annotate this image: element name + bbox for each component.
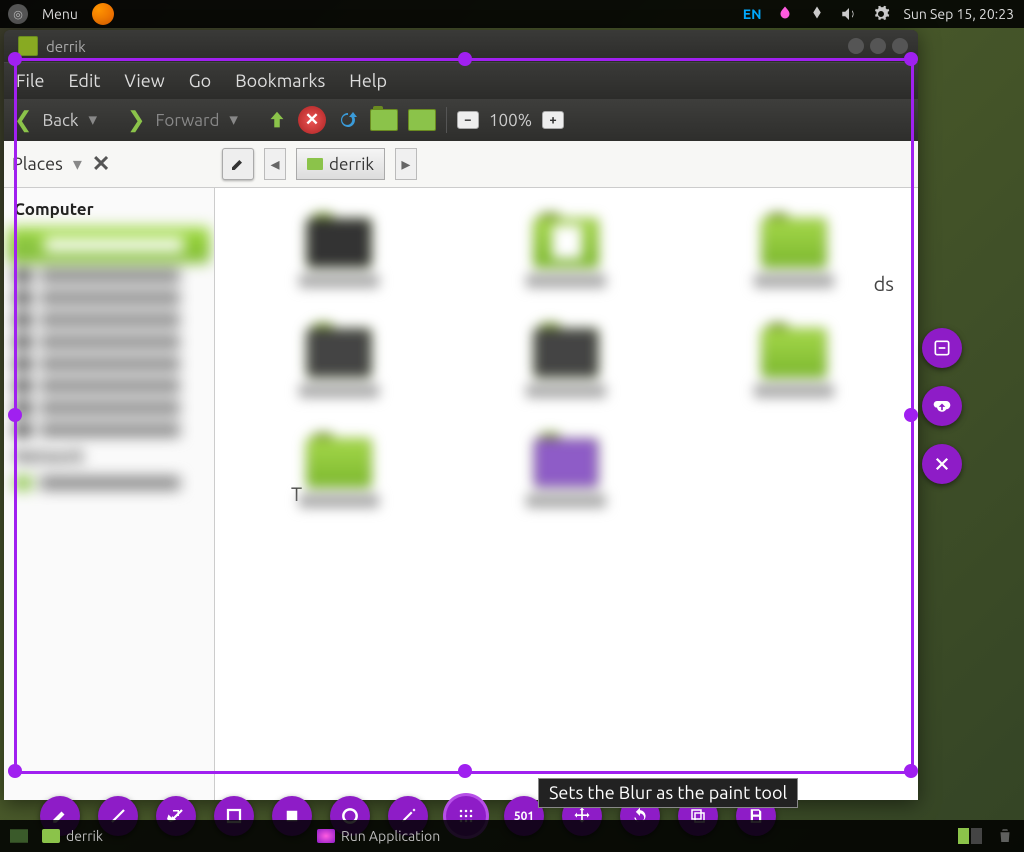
folder-item[interactable] (710, 328, 878, 398)
bottom-panel: derrik Run Application (0, 820, 1024, 852)
firefox-icon[interactable] (92, 3, 114, 25)
window-close-button[interactable] (892, 38, 908, 54)
tooltip: Sets the Blur as the paint tool (538, 778, 798, 808)
menu-edit[interactable]: Edit (69, 71, 101, 91)
volume-indicator-icon[interactable] (840, 5, 858, 23)
distro-logo-icon[interactable]: ◎ (8, 4, 28, 24)
sidebar-item-home[interactable] (8, 227, 210, 263)
sidebar-item[interactable] (4, 287, 214, 309)
computer-button[interactable] (408, 109, 436, 131)
folder-icon (42, 829, 60, 843)
panel-menu-button[interactable]: Menu (34, 6, 86, 22)
forward-dropdown-icon[interactable]: ▾ (229, 110, 238, 130)
sidebar-item[interactable] (4, 419, 214, 441)
path-edit-button[interactable] (222, 148, 254, 180)
places-sidebar: Computer Network (4, 188, 215, 800)
capture-pin-button[interactable] (922, 328, 962, 368)
up-icon[interactable] (266, 109, 288, 131)
workspace-switcher-icon[interactable] (958, 828, 982, 844)
folder-icon (307, 158, 323, 170)
back-dropdown-icon[interactable]: ▾ (88, 110, 97, 130)
dock-item-file-manager[interactable]: derrik (42, 828, 103, 844)
folder-item[interactable] (483, 328, 651, 398)
folder-item[interactable] (483, 438, 651, 508)
sidebar-item[interactable] (4, 472, 214, 494)
capture-handle-nw[interactable] (8, 52, 22, 66)
zoom-out-button[interactable]: − (457, 111, 479, 129)
dock-item-run[interactable]: Run Application (317, 828, 440, 844)
zoom-level: 100% (489, 111, 532, 130)
desktop: ◎ Menu EN Sun Sep 15, 20:23 derrik (0, 0, 1024, 852)
window-body: Computer Network ds T (4, 188, 918, 800)
keyboard-layout-indicator[interactable]: EN (743, 6, 762, 22)
folder-item[interactable] (255, 218, 423, 288)
window-title: derrik (46, 38, 86, 55)
capture-handle-w[interactable] (8, 408, 22, 422)
capture-handle-ne[interactable] (904, 52, 918, 66)
window-minimize-button[interactable] (848, 38, 864, 54)
stop-button[interactable]: ✕ (298, 106, 326, 134)
menu-view[interactable]: View (124, 71, 164, 91)
folder-item[interactable] (255, 438, 423, 508)
capture-handle-sw[interactable] (8, 764, 22, 778)
menubar: File Edit View Go Bookmarks Help (4, 62, 918, 99)
sidebar-item[interactable] (4, 397, 214, 419)
indicator-area: EN Sun Sep 15, 20:23 (743, 5, 1024, 23)
places-label[interactable]: Places (12, 154, 63, 174)
breadcrumb-prev-icon[interactable]: ◂ (264, 148, 286, 180)
reload-button[interactable] (336, 108, 360, 132)
capture-handle-e[interactable] (904, 408, 918, 422)
capture-close-button[interactable] (922, 444, 962, 484)
sidebar-group-computer: Computer (4, 194, 214, 225)
breadcrumb-label: derrik (329, 155, 374, 174)
capture-handle-se[interactable] (904, 764, 918, 778)
show-desktop-icon[interactable] (10, 829, 28, 843)
top-panel: ◎ Menu EN Sun Sep 15, 20:23 (0, 0, 1024, 28)
sidebar-item[interactable] (4, 331, 214, 353)
clock[interactable]: Sun Sep 15, 20:23 (904, 6, 1014, 22)
back-icon[interactable]: ❮ (14, 107, 32, 133)
sidebar-item[interactable] (4, 265, 214, 287)
window-folder-icon (18, 36, 38, 56)
content-pane[interactable]: ds T (215, 188, 918, 800)
capture-handle-s[interactable] (458, 764, 472, 778)
forward-icon[interactable]: ❯ (127, 107, 145, 133)
back-button[interactable]: Back (42, 111, 78, 130)
file-manager-window: derrik File Edit View Go Bookmarks Help … (4, 30, 918, 800)
places-dropdown-icon[interactable]: ▾ (73, 154, 82, 175)
places-close-icon[interactable]: ✕ (92, 151, 110, 177)
menu-help[interactable]: Help (349, 71, 387, 91)
menu-file[interactable]: File (16, 71, 45, 91)
flameshot-tray-icon[interactable] (776, 5, 794, 23)
forward-button[interactable]: Forward (155, 111, 219, 130)
location-bar: Places ▾ ✕ ◂ derrik ▸ (4, 141, 918, 188)
sidebar-item[interactable] (4, 309, 214, 331)
dock-item-label: derrik (66, 828, 103, 844)
menu-bookmarks[interactable]: Bookmarks (235, 71, 325, 91)
network-indicator-icon[interactable] (808, 5, 826, 23)
breadcrumb-next-icon[interactable]: ▸ (395, 148, 417, 180)
home-button[interactable] (370, 109, 398, 131)
dock-item-label: Run Application (341, 828, 440, 844)
toolbar: ❮ Back ▾ ❯ Forward ▾ ✕ − 100% + (4, 99, 918, 141)
window-maximize-button[interactable] (870, 38, 886, 54)
folder-item[interactable] (710, 218, 878, 288)
zoom-in-button[interactable]: + (542, 111, 564, 129)
capture-handle-n[interactable] (458, 52, 472, 66)
sidebar-item[interactable] (4, 353, 214, 375)
flame-icon (317, 829, 335, 843)
folder-item[interactable] (255, 328, 423, 398)
capture-upload-button[interactable] (922, 386, 962, 426)
sidebar-group-network: Network (4, 441, 214, 472)
settings-indicator-icon[interactable] (872, 5, 890, 23)
breadcrumb-current[interactable]: derrik (296, 148, 385, 180)
sidebar-item[interactable] (4, 375, 214, 397)
folder-item[interactable] (483, 218, 651, 288)
menu-go[interactable]: Go (189, 71, 211, 91)
trash-icon[interactable] (996, 827, 1014, 845)
